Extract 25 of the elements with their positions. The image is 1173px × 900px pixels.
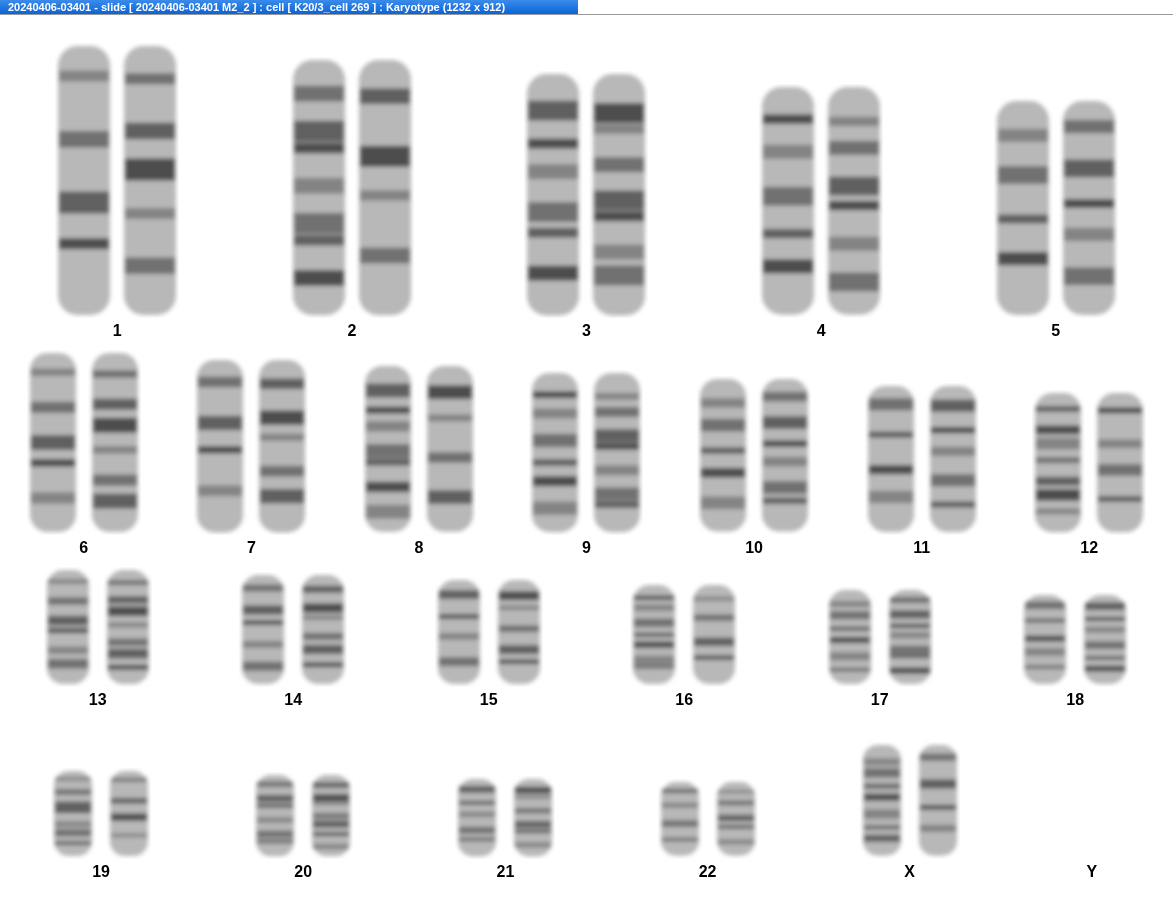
chromosome-label: 9 — [582, 539, 591, 557]
chromosome-label: 19 — [92, 863, 110, 881]
chromosome-label: 11 — [913, 539, 931, 557]
chromosome-label: 22 — [698, 863, 717, 881]
chromosome-label: 1 — [112, 322, 122, 340]
chromosome-label: 13 — [88, 691, 107, 709]
chromosome-label: 7 — [246, 539, 256, 557]
chromosome-label: 3 — [582, 322, 591, 340]
chromosome-label: 5 — [1051, 322, 1061, 340]
chromosome-label: 20 — [294, 863, 313, 881]
chromosome-label: Y — [1086, 863, 1098, 881]
chromosome-label: 17 — [870, 691, 889, 709]
window-title: 20240406-03401 - slide [ 20240406-03401 M2_2 ] : cell [ K20/3_cell 269 ] : Karyotype (1232 x 912) — [0, 0, 578, 14]
chromosome-label: 21 — [496, 863, 515, 881]
chromosome-label: 12 — [1080, 539, 1099, 557]
chromosome-label: 18 — [1066, 691, 1085, 709]
chromosome-label: 8 — [414, 539, 424, 557]
chromosome-label: 10 — [745, 539, 763, 557]
chromosome-label: 16 — [675, 691, 694, 709]
chromosome-label: 4 — [816, 322, 826, 340]
chromosome-label: 2 — [347, 322, 357, 340]
chromosome-label: 6 — [79, 539, 89, 557]
chromosome-label: 14 — [284, 691, 303, 709]
chromosome-label: 15 — [479, 691, 498, 709]
chromosome-label: X — [904, 863, 916, 881]
